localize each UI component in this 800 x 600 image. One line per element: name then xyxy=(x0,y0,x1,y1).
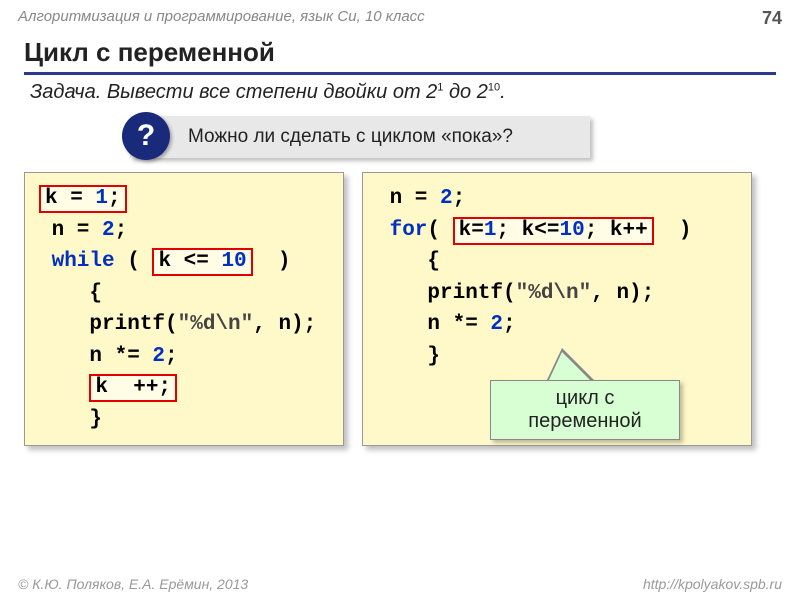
callout-arrow xyxy=(548,352,592,382)
course-name: Алгоритмизация и программирование, язык … xyxy=(18,8,425,29)
question-callout: ? Можно ли сделать с циклом «пока»? xyxy=(130,116,590,158)
question-icon: ? xyxy=(122,112,170,160)
slide-title: Цикл с переменной xyxy=(24,37,776,75)
page-number: 74 xyxy=(762,8,782,29)
question-text: Можно ли сделать с циклом «пока»? xyxy=(188,126,513,148)
header: Алгоритмизация и программирование, язык … xyxy=(0,0,800,33)
footer-url: http://kpolyakov.spb.ru xyxy=(643,576,782,592)
task-text: Задача. Вывести все степени двойки от 21… xyxy=(30,81,776,104)
callout-box: цикл с переменной xyxy=(490,380,680,440)
footer: © К.Ю. Поляков, Е.А. Ерёмин, 2013 http:/… xyxy=(0,576,800,592)
footer-authors: © К.Ю. Поляков, Е.А. Ерёмин, 2013 xyxy=(18,576,248,592)
annotation-callout: цикл с переменной xyxy=(490,380,680,440)
task-label: Задача xyxy=(30,81,96,103)
code-while: k = 1; n = 2; while ( k <= 10 ) { printf… xyxy=(24,172,344,446)
